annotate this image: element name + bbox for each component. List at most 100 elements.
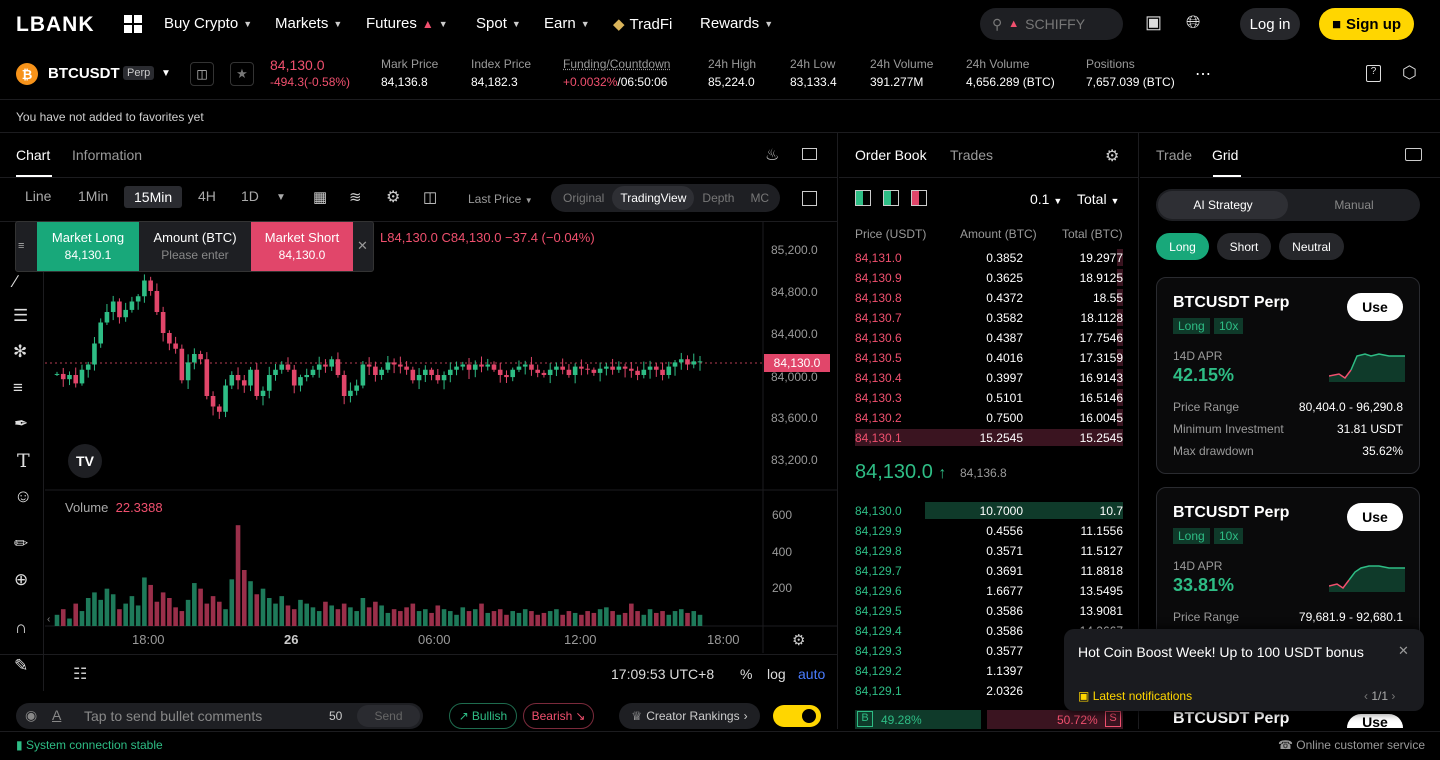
logo[interactable]: LBANK [16,13,95,37]
signup-button[interactable]: ■ Sign up [1319,8,1414,40]
book-both-icon[interactable] [855,190,871,206]
more-icon[interactable]: ⋯ [1195,64,1211,84]
interval-1d[interactable]: 1D [241,188,259,204]
settings-icon[interactable]: ⬡ [1402,63,1417,83]
bid-row[interactable]: 84,129.8 0.3571 11.5127 [855,541,1123,561]
ask-row[interactable]: 84,130.2 0.7500 16.0045 [855,408,1123,428]
tick-size-select[interactable]: 0.1 ▼ [1030,191,1062,207]
login-button[interactable]: Log in [1240,8,1300,40]
funding-label[interactable]: Funding/Countdown [563,57,670,71]
filter-short[interactable]: Short [1217,233,1271,260]
tab-trades[interactable]: Trades [950,147,993,163]
ask-row[interactable]: 84,130.6 0.4387 17.7546 [855,328,1123,348]
close-icon[interactable]: ✕ [357,238,368,254]
candle-type-icon[interactable]: ▦ [313,188,327,206]
bid-row[interactable]: 84,129.5 0.3586 13.9081 [855,601,1123,621]
ask-row[interactable]: 84,130.4 0.3997 16.9143 [855,368,1123,388]
last-price-selector[interactable]: Last Price ▼ [468,192,533,206]
bid-row[interactable]: 84,129.6 1.6677 13.5495 [855,581,1123,601]
book-icon[interactable]: ◫ [190,62,214,86]
tab-grid[interactable]: Grid [1212,147,1238,163]
horizontal-lines-icon[interactable]: ☰ [13,306,28,326]
interval-dropdown-icon[interactable]: ▼ [276,192,286,203]
nav-spot[interactable]: Spot ▼ [476,15,521,32]
amount-input[interactable]: Amount (BTC) Please enter [141,222,249,271]
globe-icon[interactable]: 🌐︎ [1186,12,1200,33]
tab-chart[interactable]: Chart [16,147,50,163]
tradingview-logo[interactable]: TV [68,444,102,478]
drag-handle-icon[interactable]: ≡ [18,240,24,252]
download-icon[interactable]: ▣ [1145,12,1162,33]
chart-settings-icon[interactable]: ⚙ [386,187,400,207]
tab-information[interactable]: Information [72,147,142,163]
send-button[interactable]: Send [357,705,420,727]
brush-icon[interactable]: ✒ [14,414,28,434]
market-short-button[interactable]: Market Short 84,130.0 [251,222,353,271]
close-icon[interactable]: ✕ [1398,643,1409,659]
text-style-icon[interactable]: A [52,707,61,723]
nav-futures[interactable]: Futures ▲ ▼ [366,15,448,32]
zoom-in-icon[interactable]: ⊕ [14,570,28,590]
notification-popup[interactable]: Hot Coin Boost Week! Up to 100 USDT bonu… [1064,629,1424,711]
bullet-toggle-icon[interactable]: ◉ [25,707,37,724]
scroll-left-icon[interactable]: ‹ [47,614,50,625]
lock-drawing-icon[interactable]: ✎ [14,656,28,676]
view-original[interactable]: Original [555,186,612,210]
latest-notifications-link[interactable]: ▣ Latest notifications [1078,689,1192,703]
view-depth[interactable]: Depth [694,186,742,210]
favorite-star-icon[interactable]: ★ [230,62,254,86]
mode-ai-strategy[interactable]: AI Strategy [1158,191,1288,219]
use-button[interactable]: Use [1347,293,1403,321]
indicator-icon[interactable]: ≋ [349,188,362,206]
ask-row[interactable]: 84,130.7 0.3582 18.1128 [855,308,1123,328]
ask-row[interactable]: 84,130.9 0.3625 18.9125 [855,268,1123,288]
nav-buy-crypto[interactable]: Buy Crypto ▼ [164,15,252,32]
percent-toggle[interactable]: % [740,666,752,682]
template-icon[interactable]: ◫ [423,188,437,206]
auto-toggle[interactable]: auto [798,666,825,682]
nav-rewards[interactable]: Rewards ▼ [700,15,773,32]
grid-card[interactable]: BTCUSDT Perp Use Long 10x 14D APR 42.15%… [1156,277,1420,474]
interval-15min[interactable]: 15Min [124,186,183,208]
fullscreen-icon[interactable] [802,148,817,160]
interval-line[interactable]: Line [25,188,51,204]
view-mc[interactable]: MC [742,186,777,210]
ask-row[interactable]: 84,131.0 0.3852 19.2977 [855,248,1123,268]
book-asks-icon[interactable] [911,190,927,206]
candlestick-chart[interactable] [45,221,837,653]
notification-pager[interactable]: ‹ 1/1 › [1364,689,1395,703]
layout-icon[interactable] [1405,148,1422,161]
customer-service-link[interactable]: ☎ Online customer service [1278,738,1425,752]
mode-manual[interactable]: Manual [1290,191,1418,219]
date-range-icon[interactable]: ☷ [73,664,87,684]
nav-tradfi[interactable]: ◆ TradFi [613,15,672,34]
ask-row[interactable]: 84,130.8 0.4372 18.55 [855,288,1123,308]
log-toggle[interactable]: log [767,666,786,682]
view-tradingview[interactable]: TradingView [612,186,695,210]
nav-earn[interactable]: Earn ▼ [544,15,590,32]
use-button[interactable]: Use [1347,503,1403,531]
apps-grid-icon[interactable] [124,15,142,33]
market-long-button[interactable]: Market Long 84,130.1 [37,222,139,271]
symbol-dropdown-icon[interactable]: ▼ [161,68,171,79]
expand-icon[interactable] [802,191,817,206]
symbol-name[interactable]: BTCUSDT [48,65,120,82]
pattern-icon[interactable]: ✻ [13,342,27,362]
interval-4h[interactable]: 4H [198,188,216,204]
trend-line-icon[interactable]: ∕ [14,272,17,292]
axis-settings-icon[interactable]: ⚙ [792,631,805,649]
bullish-button[interactable]: ↗ Bullish [449,703,517,729]
ruler-icon[interactable]: ✏ [14,534,28,554]
nav-markets[interactable]: Markets ▼ [275,15,342,32]
tab-order-book[interactable]: Order Book [855,147,927,163]
interval-1min[interactable]: 1Min [78,188,108,204]
ask-row[interactable]: 84,130.5 0.4016 17.3159 [855,348,1123,368]
ask-row[interactable]: 84,130.1 15.2545 15.2545 [855,428,1123,448]
emoji-icon[interactable]: ☺ [14,486,32,507]
tab-trade[interactable]: Trade [1156,147,1192,163]
creator-rankings-button[interactable]: ♕ Creator Rankings › [619,703,760,729]
bearish-button[interactable]: Bearish ↘ [523,703,594,729]
bullet-toggle-switch[interactable] [773,705,821,727]
filter-long[interactable]: Long [1156,233,1209,260]
magnet-icon[interactable]: ∩ [15,618,27,638]
